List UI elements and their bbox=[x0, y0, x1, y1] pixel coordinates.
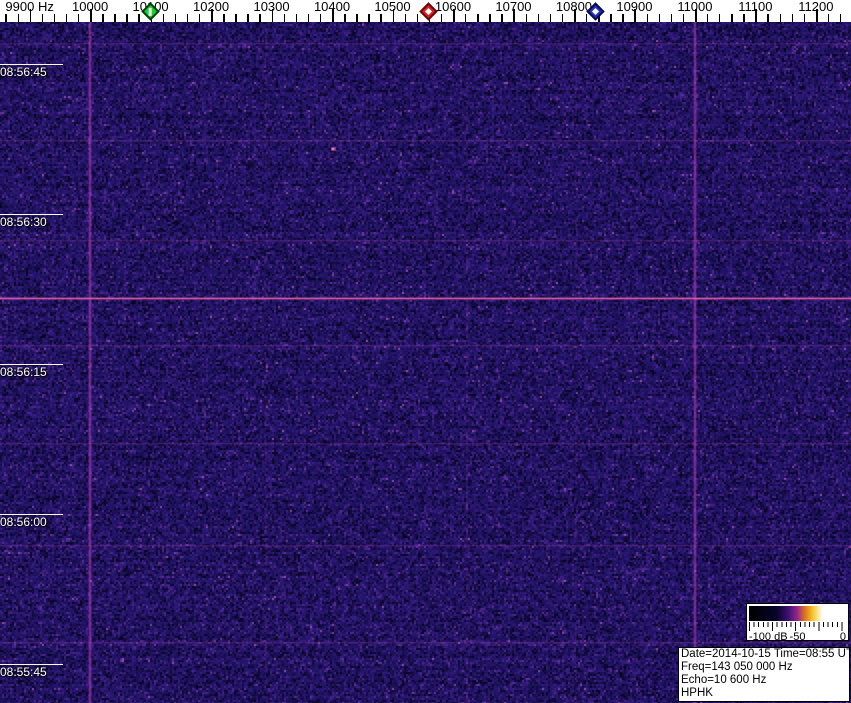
time-label-text: 08:55:45 bbox=[0, 665, 47, 679]
freq-tick-label: 10300 bbox=[253, 0, 290, 14]
freq-minor-tick bbox=[586, 14, 588, 22]
color-gradient-bar bbox=[749, 606, 846, 621]
freq-minor-tick bbox=[174, 14, 177, 22]
freq-minor-tick bbox=[489, 14, 491, 22]
freq-minor-tick bbox=[138, 14, 140, 22]
freq-minor-tick bbox=[319, 14, 322, 22]
time-label: 08:56:00 bbox=[0, 514, 63, 529]
spectrogram-waterfall bbox=[0, 22, 851, 703]
time-label: 08:56:30 bbox=[0, 214, 63, 229]
freq-minor-tick bbox=[102, 14, 104, 22]
freq-minor-tick bbox=[53, 14, 56, 22]
time-label-text: 08:56:45 bbox=[0, 65, 47, 79]
blue-diamond-center bbox=[591, 7, 599, 15]
time-label-text: 08:56:15 bbox=[0, 365, 47, 379]
freq-minor-tick bbox=[803, 14, 806, 22]
time-label: 08:56:45 bbox=[0, 64, 63, 79]
freq-minor-tick bbox=[17, 14, 19, 22]
freq-minor-tick bbox=[743, 14, 745, 22]
freq-minor-tick bbox=[416, 14, 419, 22]
freq-minor-tick bbox=[561, 14, 564, 22]
freq-minor-tick bbox=[622, 14, 624, 22]
freq-minor-tick bbox=[5, 14, 7, 22]
freq-minor-tick bbox=[126, 14, 128, 22]
freq-minor-tick bbox=[440, 14, 443, 22]
freq-minor-tick bbox=[465, 14, 467, 22]
freq-minor-tick bbox=[307, 14, 310, 22]
info-frequency: Freq=143 050 000 Hz bbox=[681, 661, 793, 673]
freq-minor-tick bbox=[610, 14, 612, 22]
freq-minor-tick bbox=[259, 14, 261, 22]
freq-tick-label: 11100 bbox=[738, 0, 773, 14]
freq-minor-tick bbox=[344, 14, 346, 22]
freq-minor-tick bbox=[719, 14, 721, 22]
freq-minor-tick bbox=[501, 14, 503, 22]
freq-tick-label: 10200 bbox=[192, 0, 230, 14]
freq-minor-tick bbox=[840, 14, 842, 22]
freq-tick-label: 10000 bbox=[72, 0, 109, 14]
freq-minor-tick bbox=[368, 14, 370, 22]
freq-minor-tick bbox=[114, 14, 116, 22]
time-label: 08:55:45 bbox=[0, 664, 63, 679]
freq-tick-label: 10900 bbox=[616, 0, 653, 14]
meteor-echo-spectrogram-app: 9900 Hz100001010010200103001040010500106… bbox=[0, 0, 851, 703]
freq-minor-tick bbox=[295, 14, 298, 22]
freq-minor-tick bbox=[791, 14, 794, 22]
freq-minor-tick bbox=[827, 14, 830, 22]
freq-minor-tick bbox=[779, 14, 781, 22]
freq-minor-tick bbox=[356, 14, 358, 22]
scale-label-max: 0 bbox=[839, 631, 846, 643]
freq-tick-label: 10400 bbox=[313, 0, 351, 14]
info-date-time: Date=2014-10-15 Time=08:55 UTC bbox=[681, 648, 850, 660]
freq-minor-tick bbox=[682, 14, 685, 22]
freq-minor-tick bbox=[41, 14, 44, 22]
scale-label-mid: -50 bbox=[789, 631, 806, 643]
frequency-ruler: 9900 Hz100001010010200103001040010500106… bbox=[0, 0, 851, 22]
freq-minor-tick bbox=[731, 14, 733, 22]
freq-minor-tick bbox=[198, 14, 201, 22]
info-station-code: HPHK bbox=[681, 687, 713, 699]
freq-minor-tick bbox=[658, 14, 661, 22]
freq-tick-label: 9900 Hz bbox=[5, 0, 54, 14]
freq-minor-tick bbox=[525, 14, 527, 22]
freq-tick-label: 10700 bbox=[495, 0, 532, 14]
freq-minor-tick bbox=[78, 14, 80, 22]
green-diamond-center bbox=[149, 7, 153, 15]
freq-minor-tick bbox=[380, 14, 382, 22]
freq-minor-tick bbox=[646, 14, 648, 22]
freq-minor-tick bbox=[235, 14, 237, 22]
time-label-text: 08:56:30 bbox=[0, 215, 47, 229]
freq-tick-label: 10600 bbox=[434, 0, 472, 14]
info-echo: Echo=10 600 Hz bbox=[681, 674, 767, 686]
color-scale-labels: -100 dB -50 0 bbox=[749, 631, 846, 643]
freq-tick-label: 11200 bbox=[798, 0, 834, 14]
freq-minor-tick bbox=[767, 14, 769, 22]
freq-minor-tick bbox=[549, 14, 552, 22]
scale-label-min: -100 dB bbox=[749, 631, 788, 643]
freq-tick-label: 11000 bbox=[677, 0, 713, 14]
freq-minor-tick bbox=[283, 14, 286, 22]
freq-minor-tick bbox=[537, 14, 540, 22]
time-label-text: 08:56:00 bbox=[0, 515, 47, 529]
freq-minor-tick bbox=[186, 14, 189, 22]
freq-minor-tick bbox=[162, 14, 165, 22]
freq-tick-label: 10500 bbox=[374, 0, 411, 14]
freq-minor-tick bbox=[223, 14, 225, 22]
freq-minor-tick bbox=[65, 14, 68, 22]
intensity-color-scale: -100 dB -50 0 bbox=[746, 603, 849, 643]
freq-minor-tick bbox=[477, 14, 479, 22]
freq-minor-tick bbox=[404, 14, 406, 22]
freq-minor-tick bbox=[247, 14, 249, 22]
red-diamond-center bbox=[425, 7, 433, 15]
color-scale-ticks bbox=[749, 622, 846, 631]
freq-minor-tick bbox=[707, 14, 709, 22]
time-label: 08:56:15 bbox=[0, 364, 63, 379]
freq-minor-tick bbox=[670, 14, 673, 22]
status-info-box: Date=2014-10-15 Time=08:55 UTC Freq=143 … bbox=[678, 647, 850, 702]
